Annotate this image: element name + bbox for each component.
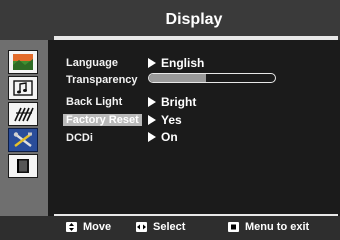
hint-move: Move bbox=[66, 221, 111, 233]
language-value: English bbox=[161, 56, 205, 70]
arrow-right-icon bbox=[148, 57, 156, 68]
setup-icon bbox=[13, 132, 32, 147]
arrow-right-icon bbox=[148, 114, 156, 125]
menu-value-backlight[interactable]: Bright bbox=[148, 95, 196, 109]
book-icon bbox=[17, 159, 29, 173]
sidebar-item-picture[interactable] bbox=[8, 50, 38, 74]
menu-label-transparency[interactable]: Transparency bbox=[66, 74, 138, 86]
hint-move-label: Move bbox=[83, 221, 112, 233]
sidebar-item-channel[interactable] bbox=[8, 102, 38, 126]
menu-label-language[interactable]: Language bbox=[66, 57, 118, 69]
hint-menu-label: Menu to exit bbox=[245, 221, 310, 233]
transparency-slider[interactable] bbox=[148, 73, 276, 83]
dcdi-value: On bbox=[161, 130, 178, 144]
arrow-right-icon bbox=[148, 96, 156, 107]
backlight-value: Bright bbox=[161, 95, 197, 109]
transparency-slider-fill bbox=[149, 74, 206, 82]
sidebar-item-sound[interactable] bbox=[8, 76, 38, 100]
menu-value-language[interactable]: English bbox=[148, 56, 204, 70]
hint-select-label: Select bbox=[153, 221, 186, 233]
factory-reset-value: Yes bbox=[161, 113, 182, 127]
select-key-icon bbox=[136, 222, 147, 232]
menu-label-backlight[interactable]: Back Light bbox=[66, 96, 122, 108]
page-title: Display bbox=[165, 11, 223, 28]
hint-select: Select bbox=[136, 221, 185, 233]
menu-label-dcdi[interactable]: DCDi bbox=[66, 132, 93, 144]
picture-icon bbox=[13, 54, 33, 70]
menu-value-dcdi[interactable]: On bbox=[148, 130, 178, 144]
sidebar-bottom bbox=[0, 216, 48, 240]
sidebar bbox=[0, 0, 48, 240]
channel-icon bbox=[14, 107, 34, 122]
menu-label-factory-reset[interactable]: Factory Reset bbox=[63, 114, 142, 126]
sidebar-item-setup[interactable] bbox=[8, 128, 38, 152]
arrow-right-icon bbox=[148, 131, 156, 142]
menu-value-factory-reset[interactable]: Yes bbox=[148, 113, 182, 127]
move-key-icon bbox=[66, 222, 77, 232]
menu-key-icon bbox=[228, 222, 239, 232]
sidebar-top bbox=[0, 0, 48, 40]
hint-menu: Menu to exit bbox=[228, 221, 309, 233]
sidebar-item-book[interactable] bbox=[8, 154, 38, 178]
sound-icon bbox=[13, 80, 33, 96]
